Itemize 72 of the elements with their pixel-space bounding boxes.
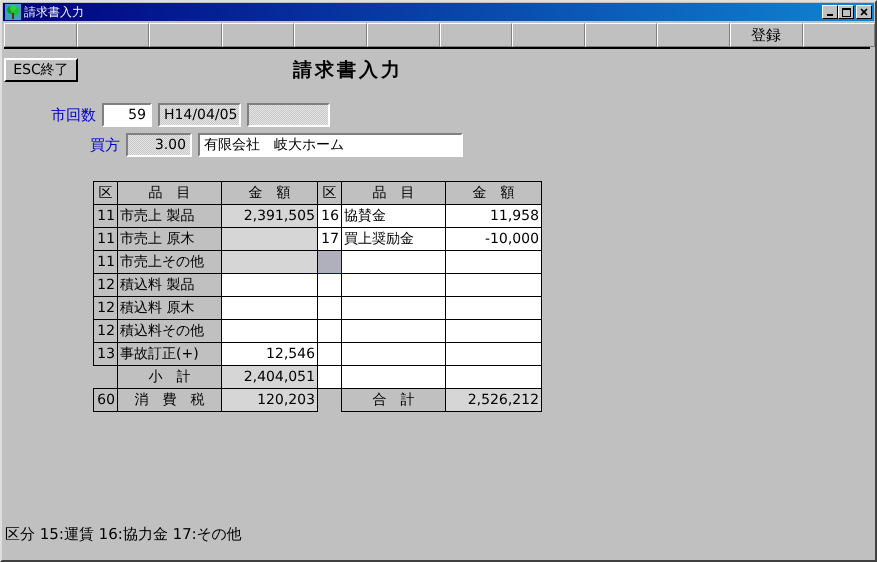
column-header: 区: [94, 182, 118, 204]
toolbar-button[interactable]: [149, 23, 222, 47]
toolbar-button[interactable]: [512, 23, 585, 47]
input-field: H14/04/05: [158, 103, 241, 127]
table-cell: 2,391,505: [222, 204, 318, 228]
tree-icon: [5, 4, 21, 20]
field-label: 買方: [89, 136, 120, 154]
table-cell: 12: [94, 296, 118, 320]
column-header: 品 目: [342, 182, 446, 204]
table-cell: 60: [94, 388, 118, 412]
amount-field[interactable]: [446, 342, 542, 366]
column-header: 品 目: [118, 182, 222, 204]
toolbar-button[interactable]: [440, 23, 512, 47]
amount-field[interactable]: -10,000: [446, 228, 542, 250]
window-title: 請求書入力: [24, 4, 84, 20]
field-label: 市回数: [50, 106, 96, 124]
table-cell: 買上奨励金: [342, 228, 446, 250]
toolbar-button[interactable]: [4, 23, 77, 47]
amount-field[interactable]: [446, 320, 542, 342]
amount-field[interactable]: [222, 296, 318, 320]
amount-field[interactable]: [222, 274, 318, 296]
table-cell: 市売上 原木: [118, 228, 222, 250]
table-cell: 積込料 製品: [118, 274, 222, 296]
toolbar-button[interactable]: [366, 23, 440, 47]
amount-field[interactable]: 12,546: [222, 342, 318, 366]
column-header: 金 額: [222, 182, 318, 204]
table-cell: 2,404,051: [222, 366, 318, 388]
table-cell: 市売上 製品: [118, 204, 222, 228]
table-cell: 11: [94, 250, 118, 274]
table-cell: 市売上その他: [118, 250, 222, 274]
amount-field[interactable]: [446, 274, 542, 296]
input-field: 3.00: [126, 133, 192, 157]
toolbar-button[interactable]: [222, 23, 294, 47]
toolbar-button[interactable]: 登録: [730, 23, 803, 47]
table-cell: 積込料その他: [118, 320, 222, 342]
toolbar-button[interactable]: [657, 23, 730, 47]
input-field[interactable]: 59: [102, 103, 152, 127]
toolbar-button[interactable]: [802, 23, 876, 47]
toolbar-button[interactable]: [584, 23, 658, 47]
close-icon: [860, 8, 868, 16]
toolbar-button[interactable]: [76, 23, 150, 47]
maximize-button[interactable]: [838, 5, 854, 19]
amount-field[interactable]: [446, 296, 542, 320]
toolbar-button[interactable]: [294, 23, 367, 47]
amount-field[interactable]: [446, 366, 542, 388]
table-cell: 17: [318, 228, 342, 250]
table-cell: 11: [94, 204, 118, 228]
table-cell: 協賛金: [342, 204, 446, 228]
table-cell: 11: [94, 228, 118, 250]
column-header: 金 額: [446, 182, 542, 204]
close-button[interactable]: [856, 5, 872, 19]
table-cell: 小 計: [118, 366, 222, 388]
maximize-icon: [842, 8, 850, 16]
status-text: 区分 15:運賃 16:協力金 17:その他: [5, 525, 242, 544]
minimize-button[interactable]: [822, 5, 838, 19]
input-field[interactable]: 有限会社 岐大ホーム: [198, 133, 463, 157]
amount-field[interactable]: [222, 320, 318, 342]
table-cell: 12: [94, 274, 118, 296]
table-cell: 消 費 税: [118, 388, 222, 412]
form-heading: 請求書入力: [293, 58, 403, 83]
amount-field[interactable]: [446, 250, 542, 274]
table-cell: 12: [94, 320, 118, 342]
table-cell: 2,526,212: [446, 388, 542, 412]
table-cell: 13: [94, 342, 118, 366]
exit-button[interactable]: ESC終了: [4, 58, 78, 82]
amount-field[interactable]: 11,958: [446, 204, 542, 228]
table-cell: 積込料 原木: [118, 296, 222, 320]
table-cell: 120,203: [222, 388, 318, 412]
table-cell: 事故訂正(+): [118, 342, 222, 366]
table-cell: 16: [318, 204, 342, 228]
table-cell: 合 計: [342, 388, 446, 412]
column-header: 区: [318, 182, 342, 204]
